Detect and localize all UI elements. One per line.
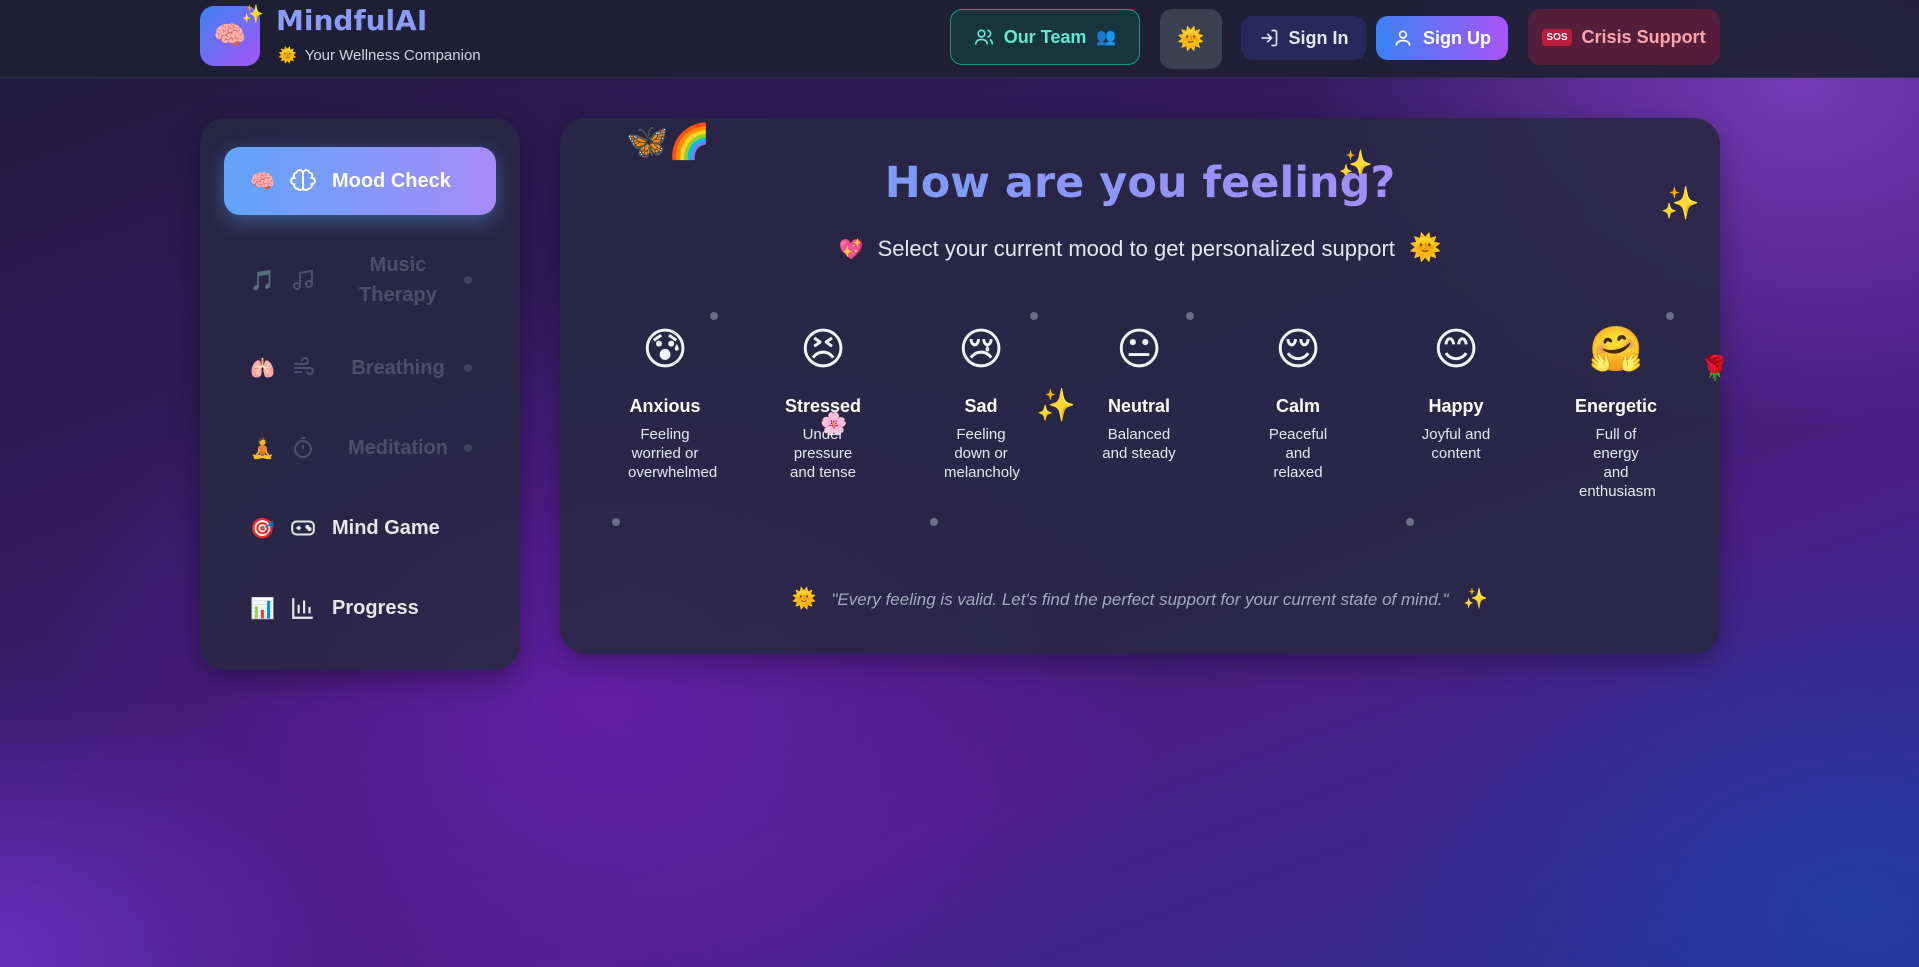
- sparkle-icon: ✨: [241, 4, 264, 25]
- page-title: How are you feeling?: [560, 158, 1720, 208]
- sparkle-icon: ✨: [1036, 386, 1076, 424]
- our-team-button[interactable]: Our Team 👥: [950, 9, 1140, 65]
- mood-check-panel: 🦋🌈 ✨ ✨ ✨ 🌹 🌸 How are you feeling? 💖 Sele…: [560, 118, 1730, 654]
- mood-option-energetic[interactable]: 🤗 Energetic Full of energy and enthusias…: [1561, 318, 1671, 501]
- sun-icon: 🌞: [1409, 232, 1442, 262]
- mood-description: Feeling worried or overwhelmed: [628, 426, 718, 481]
- hugging-face-icon: 🤗: [1588, 324, 1644, 375]
- mood-option-neutral[interactable]: 😐 Neutral Balanced and steady: [1084, 318, 1194, 463]
- brain-outline-icon: [290, 169, 316, 191]
- sign-in-label: Sign In: [1288, 27, 1349, 48]
- sidebar-item-label: Meditation: [348, 436, 448, 459]
- floating-dot: [612, 518, 620, 526]
- mood-description: Full of energy and enthusiasm: [1579, 426, 1656, 500]
- subtitle-text: Select your current mood to get personal…: [877, 236, 1395, 261]
- brain-icon: 🧠: [250, 170, 275, 193]
- status-dot: [464, 276, 472, 284]
- sidebar-item-label: Breathing: [351, 356, 445, 379]
- mood-name: Sad: [964, 396, 998, 416]
- sign-up-label: Sign Up: [1423, 27, 1491, 48]
- gamepad-icon: [291, 520, 315, 536]
- app-logo[interactable]: 🧠 ✨: [200, 4, 264, 66]
- sidebar-item-label: Mood Check: [332, 169, 451, 192]
- sidebar-item-label: Progress: [332, 596, 419, 619]
- wind-icon: [294, 357, 314, 375]
- neutral-face-icon: 😐: [1116, 324, 1162, 375]
- mood-option-happy[interactable]: 😊 Happy Joyful and content: [1401, 318, 1511, 463]
- mood-option-stressed[interactable]: 😣 Stressed Under pressure and tense: [768, 318, 878, 482]
- sun-icon: 🌞: [278, 47, 297, 64]
- timer-icon: [294, 437, 312, 458]
- mood-name: Neutral: [1107, 396, 1170, 416]
- music-note-icon: 🎵: [250, 269, 275, 292]
- crisis-support-button[interactable]: SOS Crisis Support: [1528, 9, 1720, 65]
- mood-name: Calm: [1275, 396, 1320, 416]
- chart-icon: 📊: [250, 597, 275, 620]
- mood-description: Balanced and steady: [1102, 426, 1176, 462]
- mood-description: Under pressure and tense: [790, 426, 856, 481]
- sidebar-item-label: Music Therapy: [359, 254, 437, 306]
- sad-face-icon: 😢: [958, 324, 1004, 375]
- encouragement-quote: 🌞 "Every feeling is valid. Let's find th…: [560, 586, 1720, 611]
- sidebar-item-breathing[interactable]: 🫁 Breathing: [224, 334, 496, 402]
- meditation-icon: 🧘: [250, 437, 275, 460]
- floating-dot: [930, 518, 938, 526]
- mood-description: Feeling down or melancholy: [944, 426, 1020, 481]
- target-icon: 🎯: [250, 517, 275, 540]
- mood-option-anxious[interactable]: 😰 Anxious Feeling worried or overwhelmed: [610, 318, 720, 482]
- page-subtitle: 💖 Select your current mood to get person…: [560, 232, 1720, 263]
- user-icon: [1395, 30, 1411, 46]
- sidebar-item-progress[interactable]: 📊 Progress: [224, 574, 496, 642]
- sign-in-button[interactable]: Sign In: [1241, 16, 1366, 60]
- brain-icon: 🧠: [213, 21, 247, 51]
- sidebar-item-mood-check[interactable]: 🧠 Mood Check: [224, 147, 496, 215]
- happy-face-icon: 😊: [1433, 324, 1479, 375]
- our-team-label: Our Team: [1003, 26, 1087, 47]
- brand-subtitle: 🌞 Your Wellness Companion: [278, 46, 481, 65]
- bar-chart-icon: [292, 598, 313, 619]
- sidebar: 🧠 Mood Check 🎵 Music Therapy 🫁 Breathing…: [200, 118, 520, 670]
- crisis-support-label: Crisis Support: [1581, 26, 1706, 47]
- anxious-face-icon: 😰: [642, 324, 688, 375]
- top-header: 🧠 ✨ MindfulAI 🌞 Your Wellness Companion …: [0, 0, 1919, 78]
- login-icon: [1261, 29, 1277, 47]
- heart-icon: 🌹: [1700, 354, 1730, 382]
- sun-icon: 🌞: [791, 588, 817, 610]
- sos-icon: SOS: [1542, 28, 1572, 46]
- brand-subtitle-text: Your Wellness Companion: [304, 46, 481, 64]
- brand-title: MindfulAI: [276, 4, 428, 37]
- sun-icon: 🌞: [1177, 26, 1205, 51]
- sidebar-item-mind-game[interactable]: 🎯 Mind Game: [224, 494, 496, 562]
- mood-option-sad[interactable]: 😢 Sad Feeling down or melancholy: [926, 318, 1036, 482]
- stressed-face-icon: 😣: [800, 324, 846, 375]
- mood-name: Anxious: [629, 396, 701, 416]
- team-emoji-icon: 👥: [1096, 29, 1117, 46]
- sparkle-icon: ✨: [1463, 588, 1489, 610]
- mood-name: Energetic: [1574, 396, 1658, 416]
- music-icon: [293, 269, 313, 290]
- floating-dot: [1406, 518, 1414, 526]
- mood-description: Peaceful and relaxed: [1268, 426, 1328, 481]
- sidebar-item-music-therapy[interactable]: 🎵 Music Therapy: [224, 240, 496, 320]
- mood-name: Happy: [1428, 396, 1484, 416]
- users-icon: [974, 29, 993, 45]
- mood-name: Stressed: [784, 396, 862, 416]
- theme-toggle-button[interactable]: 🌞: [1160, 9, 1222, 69]
- heart-icon: 💖: [838, 239, 864, 261]
- mood-option-calm[interactable]: 😌 Calm Peaceful and relaxed: [1243, 318, 1353, 482]
- sidebar-item-label: Mind Game: [332, 516, 440, 539]
- lungs-icon: 🫁: [250, 357, 275, 380]
- calm-face-icon: 😌: [1275, 324, 1321, 375]
- sidebar-item-meditation[interactable]: 🧘 Meditation: [224, 414, 496, 482]
- sign-up-button[interactable]: Sign Up: [1376, 16, 1508, 60]
- status-dot: [464, 364, 472, 372]
- status-dot: [464, 444, 472, 452]
- quote-text: "Every feeling is valid. Let's find the …: [831, 590, 1449, 609]
- mood-description: Joyful and content: [1421, 426, 1491, 462]
- rainbow-icon: 🦋🌈: [626, 122, 711, 162]
